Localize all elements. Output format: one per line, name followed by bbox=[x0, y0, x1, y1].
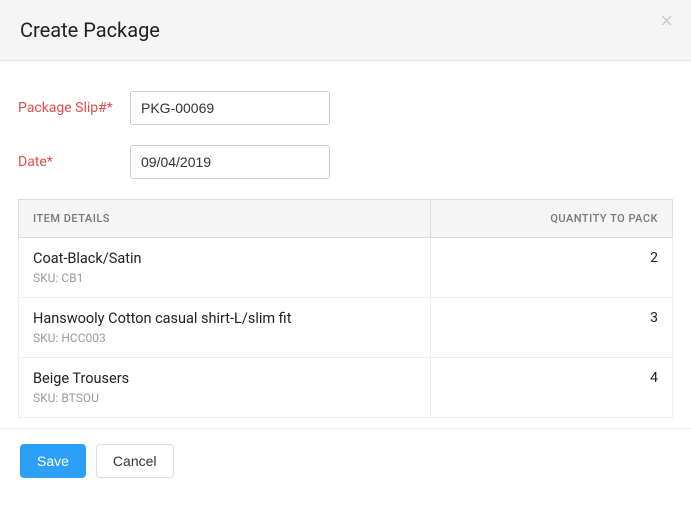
modal-header: Create Package × bbox=[0, 0, 691, 61]
package-slip-label: Package Slip#* bbox=[18, 91, 130, 119]
col-header-item-details: ITEM DETAILS bbox=[19, 200, 431, 238]
quantity-cell: 2 bbox=[431, 238, 673, 298]
item-name: Coat-Black/Satin bbox=[33, 250, 416, 267]
items-table: ITEM DETAILS QUANTITY TO PACK Coat-Black… bbox=[18, 199, 673, 418]
table-row: Coat-Black/Satin SKU: CB1 2 bbox=[19, 238, 673, 298]
quantity-cell: 3 bbox=[431, 298, 673, 358]
item-name: Hanswooly Cotton casual shirt-L/slim fit bbox=[33, 310, 416, 327]
item-sku: SKU: CB1 bbox=[33, 271, 416, 285]
package-slip-row: Package Slip#* bbox=[18, 91, 673, 125]
quantity-cell: 4 bbox=[431, 358, 673, 418]
item-details-cell: Beige Trousers SKU: BTSOU bbox=[19, 358, 431, 418]
item-details-cell: Hanswooly Cotton casual shirt-L/slim fit… bbox=[19, 298, 431, 358]
table-row: Beige Trousers SKU: BTSOU 4 bbox=[19, 358, 673, 418]
item-name: Beige Trousers bbox=[33, 370, 416, 387]
cancel-button[interactable]: Cancel bbox=[96, 444, 174, 478]
close-icon[interactable]: × bbox=[660, 10, 673, 32]
date-label: Date* bbox=[18, 145, 130, 173]
package-slip-input[interactable] bbox=[130, 91, 330, 125]
col-header-quantity: QUANTITY TO PACK bbox=[431, 200, 673, 238]
table-row: Hanswooly Cotton casual shirt-L/slim fit… bbox=[19, 298, 673, 358]
item-sku: SKU: BTSOU bbox=[33, 391, 416, 405]
page-title: Create Package bbox=[20, 18, 671, 42]
modal-footer: Save Cancel bbox=[0, 428, 691, 493]
item-sku: SKU: HCC003 bbox=[33, 331, 416, 345]
date-input[interactable] bbox=[130, 145, 330, 179]
date-row: Date* bbox=[18, 145, 673, 179]
save-button[interactable]: Save bbox=[20, 444, 86, 478]
modal-body: Package Slip#* Date* ITEM DETAILS QUANTI… bbox=[0, 61, 691, 428]
item-details-cell: Coat-Black/Satin SKU: CB1 bbox=[19, 238, 431, 298]
